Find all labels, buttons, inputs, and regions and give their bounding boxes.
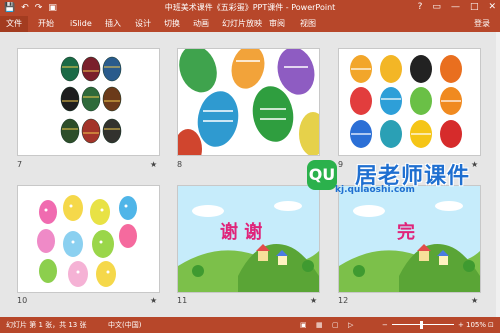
transition-star-icon: ★ [310, 296, 318, 305]
minimize-icon[interactable]: — [451, 1, 460, 14]
zoom-level[interactable]: 105% [466, 320, 486, 330]
tab-design[interactable]: 设计 [135, 18, 151, 30]
slide-number: 11 [177, 296, 188, 305]
zoom-slider-handle[interactable] [420, 321, 423, 329]
slide-title-text: 谢 谢 [220, 222, 263, 243]
tab-view[interactable]: 视图 [300, 18, 316, 30]
normal-view-icon[interactable]: ▣ [300, 320, 307, 330]
transition-star-icon: ★ [150, 296, 158, 305]
fit-window-icon[interactable]: ⊡ [488, 320, 494, 330]
painted-eggs-image [60, 56, 122, 144]
login-link[interactable]: 登录 [474, 18, 490, 30]
slide-thumbnail-7[interactable] [17, 48, 160, 156]
slide-number: 10 [17, 296, 28, 305]
slide-thumbnail-8[interactable] [177, 48, 320, 156]
colorful-eggs-image [178, 49, 319, 155]
watermark: QU 居老师课件 kj.qulaoshi.com [305, 160, 495, 196]
ribbon-tabs: 文件 开始 iSlide 插入 设计 切换 动画 幻灯片放映 审阅 视图 登录 [0, 16, 500, 33]
help-icon[interactable]: ? [418, 1, 423, 14]
watermark-badge: QU [307, 160, 337, 190]
tab-animations[interactable]: 动画 [193, 18, 209, 30]
zoom-slider-track[interactable] [392, 324, 454, 325]
status-bar: 幻灯片 第 1 张，共 13 张 中文(中国) ▣ ▦ ▢ ▷ − + 105%… [0, 317, 500, 333]
tab-insert[interactable]: 插入 [105, 18, 121, 30]
tab-transitions[interactable]: 切换 [164, 18, 180, 30]
slide-sorter-view-icon[interactable]: ▦ [316, 320, 323, 330]
tab-home[interactable]: 开始 [38, 18, 54, 30]
zoom-in-icon[interactable]: + [458, 320, 464, 330]
title-bar: 💾 ↶ ↷ ▣ 中班美术课件《五彩蛋》PPT课件 - PowerPoint ? … [0, 0, 500, 16]
slide-number: 12 [338, 296, 349, 305]
window-controls: ? ▭ — □ ✕ [418, 1, 496, 14]
tab-review[interactable]: 审阅 [269, 18, 285, 30]
vertical-scrollbar[interactable] [496, 32, 500, 317]
maximize-icon[interactable]: □ [470, 1, 479, 14]
slide-thumbnail-9[interactable] [338, 48, 481, 156]
tab-slideshow[interactable]: 幻灯片放映 [222, 18, 262, 30]
transition-star-icon: ★ [150, 160, 158, 169]
ribbon-display-icon[interactable]: ▭ [432, 1, 441, 14]
reading-view-icon[interactable]: ▢ [332, 320, 339, 330]
patterned-eggs-image [350, 55, 462, 148]
tab-islide[interactable]: iSlide [70, 18, 92, 30]
watermark-url: kj.qulaoshi.com [335, 185, 415, 195]
slide-title-text: 完 [397, 222, 415, 243]
language-status[interactable]: 中文(中国) [108, 320, 141, 330]
tab-file[interactable]: 文件 [0, 16, 28, 32]
slide-count-status[interactable]: 幻灯片 第 1 张，共 13 张 [6, 320, 87, 330]
transition-star-icon: ★ [471, 296, 479, 305]
slide-number: 7 [17, 160, 23, 169]
slide-number: 8 [177, 160, 183, 169]
dotted-eggs-image [37, 195, 137, 287]
slideshow-view-icon[interactable]: ▷ [348, 320, 353, 330]
slide-thumbnail-10[interactable] [17, 185, 160, 293]
close-icon[interactable]: ✕ [488, 1, 496, 14]
zoom-out-icon[interactable]: − [382, 320, 388, 330]
